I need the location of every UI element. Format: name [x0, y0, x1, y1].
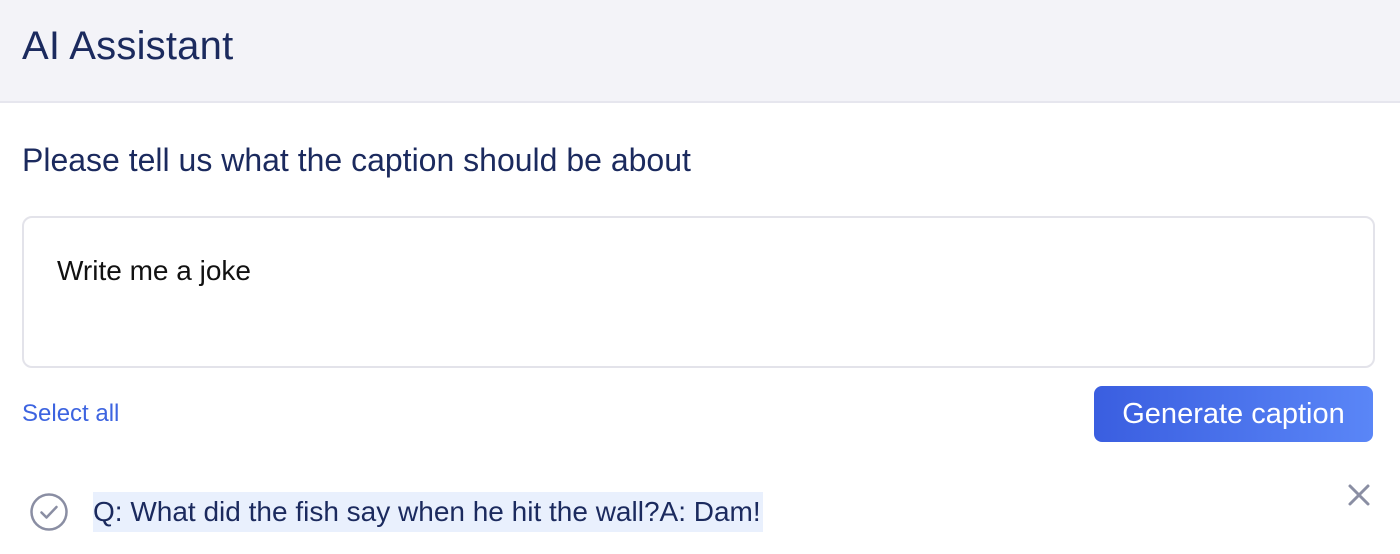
prompt-input[interactable]: Write me a joke	[22, 216, 1375, 368]
check-circle-icon[interactable]	[29, 492, 69, 532]
result-item: Q: What did the fish say when he hit the…	[0, 480, 1400, 550]
close-icon[interactable]	[1346, 482, 1372, 508]
app-header: AI Assistant	[0, 0, 1400, 103]
prompt-label: Please tell us what the caption should b…	[22, 142, 691, 178]
generate-caption-button[interactable]: Generate caption	[1094, 386, 1373, 442]
page-title: AI Assistant	[22, 24, 234, 68]
result-text: Q: What did the fish say when he hit the…	[93, 492, 763, 532]
select-all-link[interactable]: Select all	[22, 398, 119, 430]
